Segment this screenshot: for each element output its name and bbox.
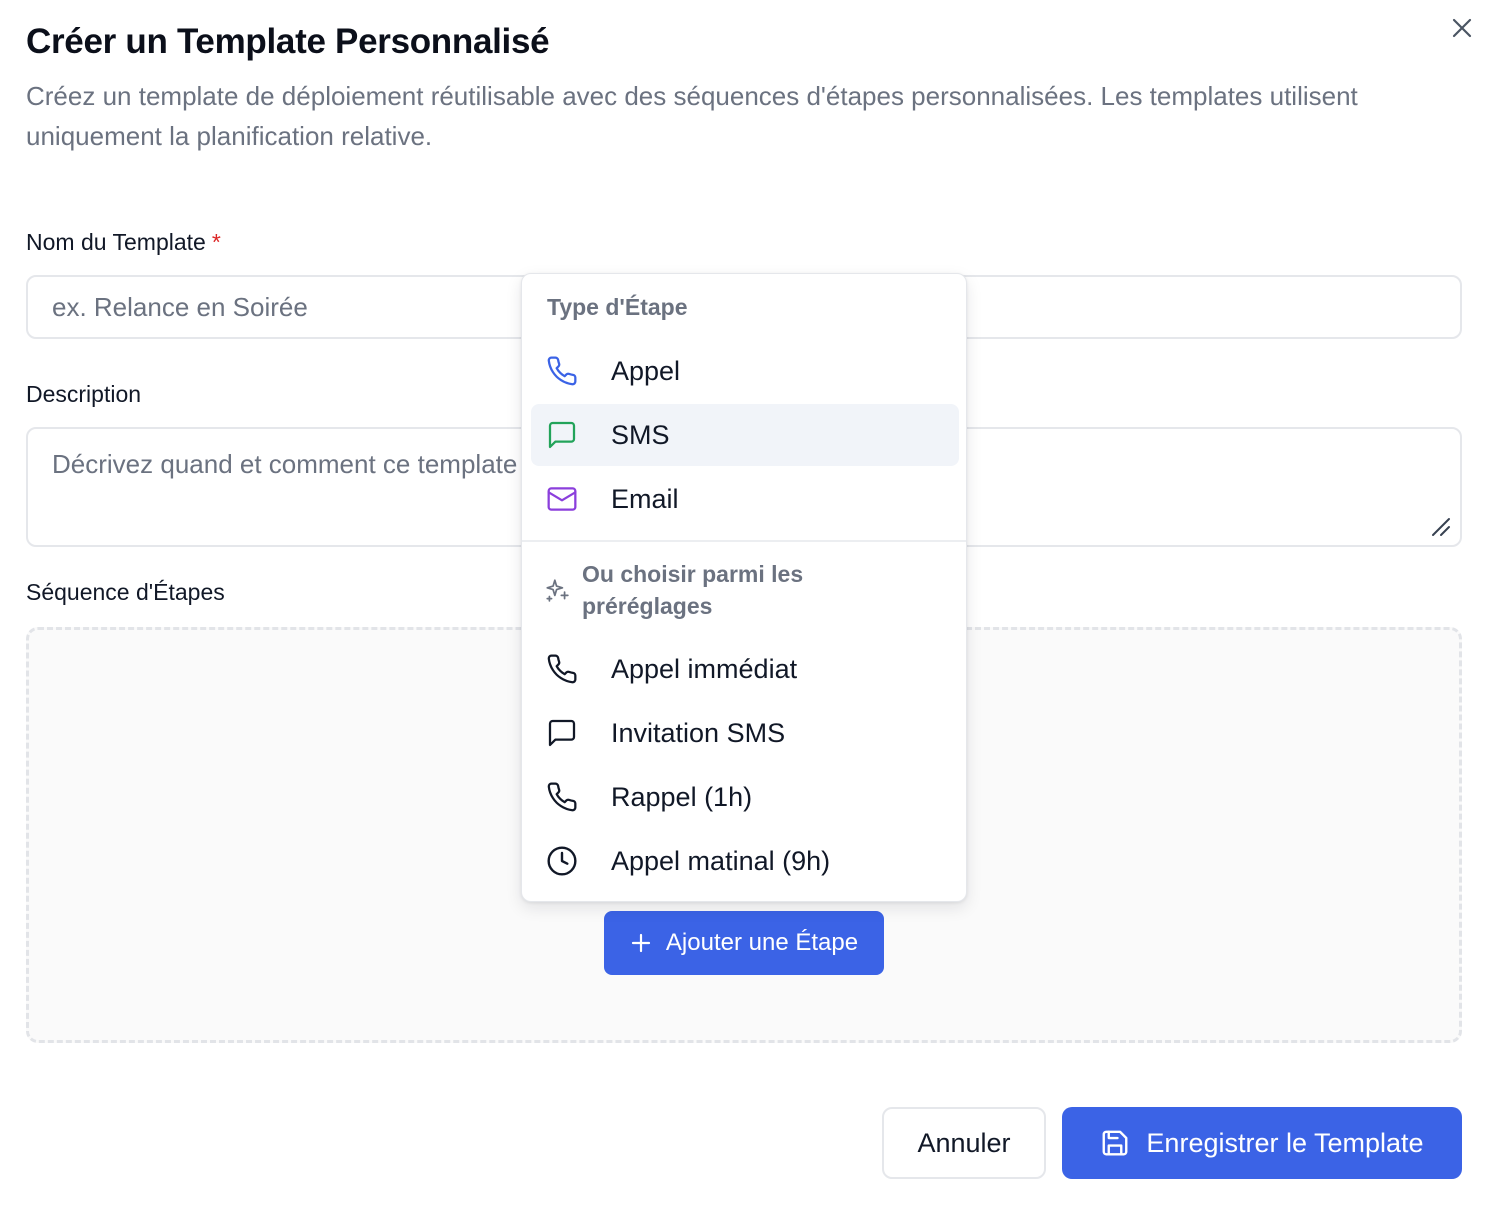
step-type-call[interactable]: Appel	[531, 340, 959, 402]
sequence-label: Séquence d'Étapes	[26, 579, 225, 605]
preset-immediate-call-label: Appel immédiat	[611, 653, 798, 684]
mail-icon	[545, 482, 579, 516]
add-step-label: Ajouter une Étape	[665, 929, 859, 956]
preset-sms-invitation-label: Invitation SMS	[611, 717, 786, 748]
close-button[interactable]	[1446, 12, 1478, 44]
step-type-call-label: Appel	[611, 355, 681, 386]
step-type-sms[interactable]: SMS	[531, 404, 959, 466]
template-name-label: Nom du Template *	[26, 229, 221, 256]
preset-morning-call[interactable]: Appel matinal (9h)	[531, 830, 959, 892]
save-label: Enregistrer le Template	[1146, 1127, 1424, 1158]
sparkles-icon	[546, 579, 569, 602]
step-type-dropdown: Type d'Étape Appel SMS Email Ou choisir …	[521, 273, 967, 902]
message-icon	[545, 418, 579, 452]
dialog-subtitle: Créez un template de déploiement réutili…	[26, 81, 1358, 151]
cancel-button[interactable]: Annuler	[882, 1107, 1046, 1179]
close-icon	[1452, 18, 1472, 38]
clock-icon	[545, 844, 579, 878]
plus-icon	[631, 933, 651, 953]
step-type-sms-label: SMS	[611, 419, 670, 450]
presets-heading-text: Ou choisir parmi les préréglages	[582, 561, 804, 619]
required-marker: *	[211, 229, 221, 255]
preset-reminder-1h[interactable]: Rappel (1h)	[531, 766, 959, 828]
step-type-heading: Type d'Étape	[547, 294, 688, 320]
step-type-email-label: Email	[611, 483, 679, 514]
presets-heading: Ou choisir parmi les préréglages	[544, 558, 944, 622]
save-template-button[interactable]: Enregistrer le Template	[1062, 1107, 1462, 1179]
description-label: Description	[26, 381, 142, 407]
phone-icon	[545, 780, 579, 814]
phone-icon	[545, 652, 579, 686]
dropdown-divider	[522, 540, 966, 542]
message-icon	[545, 716, 579, 750]
preset-sms-invitation[interactable]: Invitation SMS	[531, 702, 959, 764]
template-name-label-text: Nom du Template	[26, 229, 206, 255]
create-template-dialog: Créer un Template Personnalisé Créez un …	[0, 0, 1500, 1224]
preset-morning-call-label: Appel matinal (9h)	[611, 845, 831, 876]
dialog-title: Créer un Template Personnalisé	[26, 22, 550, 61]
preset-reminder-1h-label: Rappel (1h)	[611, 781, 753, 812]
cancel-label: Annuler	[917, 1127, 1011, 1158]
phone-icon	[545, 354, 579, 388]
preset-immediate-call[interactable]: Appel immédiat	[531, 638, 959, 700]
add-step-button[interactable]: Ajouter une Étape	[604, 911, 884, 975]
step-type-email[interactable]: Email	[531, 468, 959, 530]
resize-handle-icon[interactable]	[1430, 516, 1452, 538]
save-icon	[1102, 1130, 1128, 1156]
